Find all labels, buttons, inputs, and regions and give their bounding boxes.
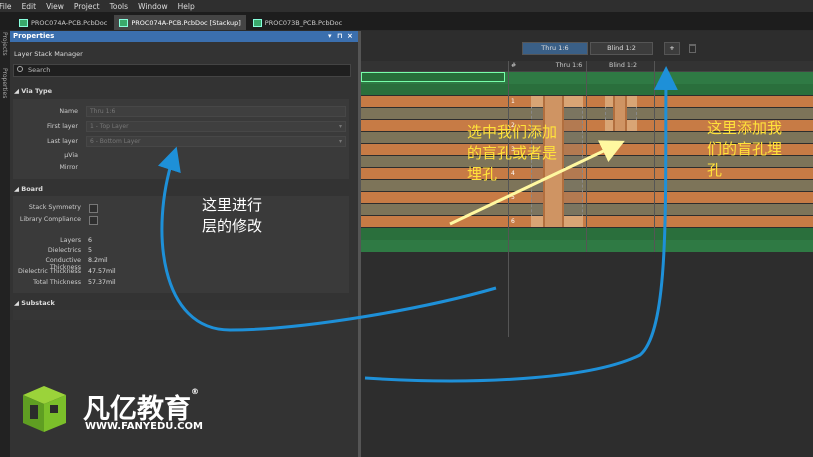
- annotation-left: 这里进行 层的修改: [202, 195, 262, 237]
- brand-url: WWW.FANYEDU.COM: [85, 421, 203, 432]
- annotation-line: 层的修改: [202, 217, 263, 235]
- annotation-line: 孔: [707, 161, 723, 179]
- arrow-to-properties: [157, 146, 497, 332]
- brand-logo-icon: [20, 383, 70, 435]
- annotation-middle: 选中我们添加 的盲孔或者是 埋孔: [467, 122, 557, 185]
- annotation-right: 这里添加我 们的盲孔埋 孔: [707, 118, 782, 181]
- annotation-line: 选中我们添加: [467, 123, 558, 141]
- registered-mark: ®: [191, 387, 199, 396]
- annotation-line: 这里进行: [202, 196, 263, 214]
- annotation-line: 们的盲孔埋: [707, 140, 783, 158]
- annotation-line: 的盲孔或者是: [467, 144, 558, 162]
- annotation-line: 埋孔: [467, 165, 498, 183]
- annotation-line: 这里添加我: [707, 119, 783, 137]
